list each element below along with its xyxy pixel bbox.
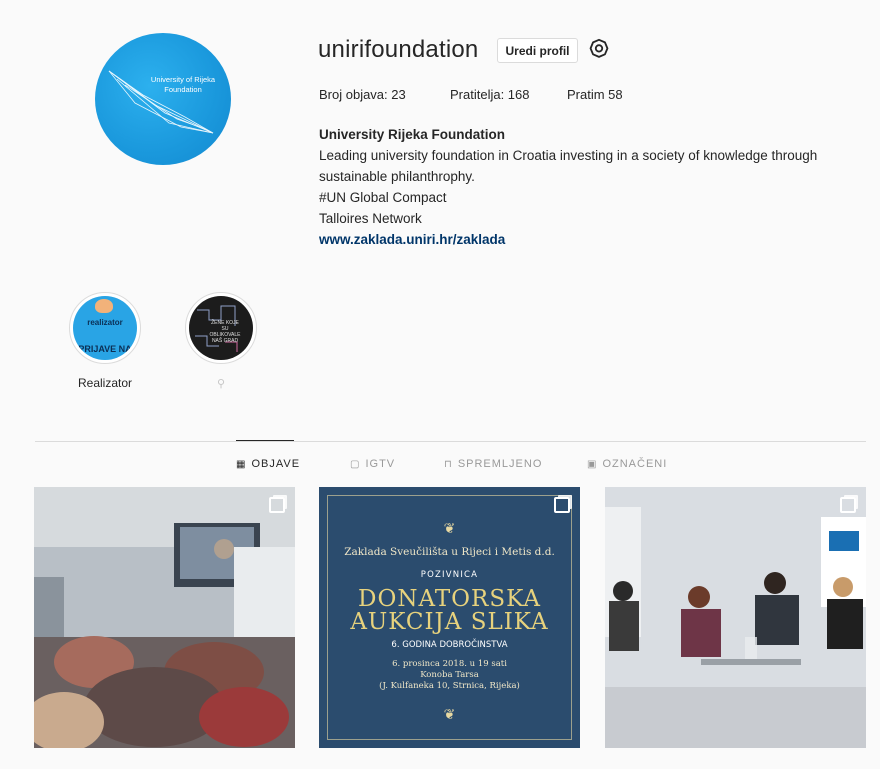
highlight-ring: realizator PRIJAVE NA: [69, 292, 141, 364]
bio-website-link[interactable]: www.zaklada.uniri.hr/zaklada: [319, 229, 859, 250]
bookmark-icon: ⊓: [444, 458, 453, 470]
posts-count: Broj objava: 23: [319, 87, 406, 102]
bio-name: University Rijeka Foundation: [319, 127, 506, 142]
grid-icon: ▦: [236, 458, 247, 470]
profile-bio: University Rijeka Foundation Leading uni…: [319, 124, 859, 250]
highlight-realizator[interactable]: realizator PRIJAVE NA Realizator: [65, 292, 145, 392]
highlight-cover: realizator PRIJAVE NA: [73, 296, 137, 360]
bio-line: Leading university foundation in Croatia…: [319, 148, 818, 163]
tabs-divider: [35, 441, 866, 442]
edit-profile-button[interactable]: Uredi profil: [497, 38, 578, 63]
highlight-zene[interactable]: ŽENE KOJE SU OBLIKOVALE NAŠ GRAD ⚲: [181, 292, 261, 392]
active-tab-indicator: [236, 440, 294, 441]
profile-avatar[interactable]: University of Rijeka Foundation: [95, 33, 231, 165]
followers-count[interactable]: Pratitelja: 168: [450, 87, 567, 102]
multiple-images-icon: [269, 497, 285, 513]
post-thumbnail[interactable]: [34, 487, 295, 748]
logo-icon: [108, 70, 214, 134]
tab-igtv[interactable]: ▢ IGTV: [350, 458, 395, 470]
highlight-label: ⚲: [181, 376, 261, 392]
profile-stats: Broj objava: 23 Pratitelja: 168 Pratim 5…: [319, 87, 623, 102]
tv-icon: ▢: [350, 458, 361, 470]
multiple-images-icon: [554, 497, 570, 513]
post-image-conference: [34, 487, 295, 748]
highlight-cover: ŽENE KOJE SU OBLIKOVALE NAŠ GRAD: [189, 296, 253, 360]
post-image-poster: ❦ Zaklada Sveučilišta u Rijeci i Metis d…: [319, 487, 580, 748]
following-count[interactable]: Pratim 58: [567, 87, 623, 102]
bio-line: sustainable philanthrophy.: [319, 169, 475, 184]
pin-icon: ⚲: [216, 378, 226, 390]
post-thumbnail[interactable]: ❦ Zaklada Sveučilišta u Rijeci i Metis d…: [319, 487, 580, 748]
tab-oznaceni[interactable]: ▣ OZNAČENI: [587, 458, 667, 470]
multiple-images-icon: [840, 497, 856, 513]
avatar-text: University of Rijeka Foundation: [150, 75, 216, 94]
highlight-label: Realizator: [77, 376, 133, 390]
highlight-ring: ŽENE KOJE SU OBLIKOVALE NAŠ GRAD: [185, 292, 257, 364]
post-thumbnail[interactable]: [605, 487, 866, 748]
tag-icon: ▣: [587, 458, 598, 470]
tab-objave[interactable]: ▦ OBJAVE: [236, 458, 300, 470]
tab-spremljeno[interactable]: ⊓ SPREMLJENO: [444, 458, 542, 470]
profile-username: unirifoundation: [318, 36, 479, 63]
settings-gear-icon[interactable]: [588, 38, 610, 60]
bio-line: Talloires Network: [319, 211, 422, 226]
bio-hashtag[interactable]: #UN Global Compact: [319, 187, 859, 208]
ornament-icon: ❦: [443, 707, 456, 723]
ornament-icon: ❦: [443, 521, 456, 537]
post-image-panel: [605, 487, 866, 748]
